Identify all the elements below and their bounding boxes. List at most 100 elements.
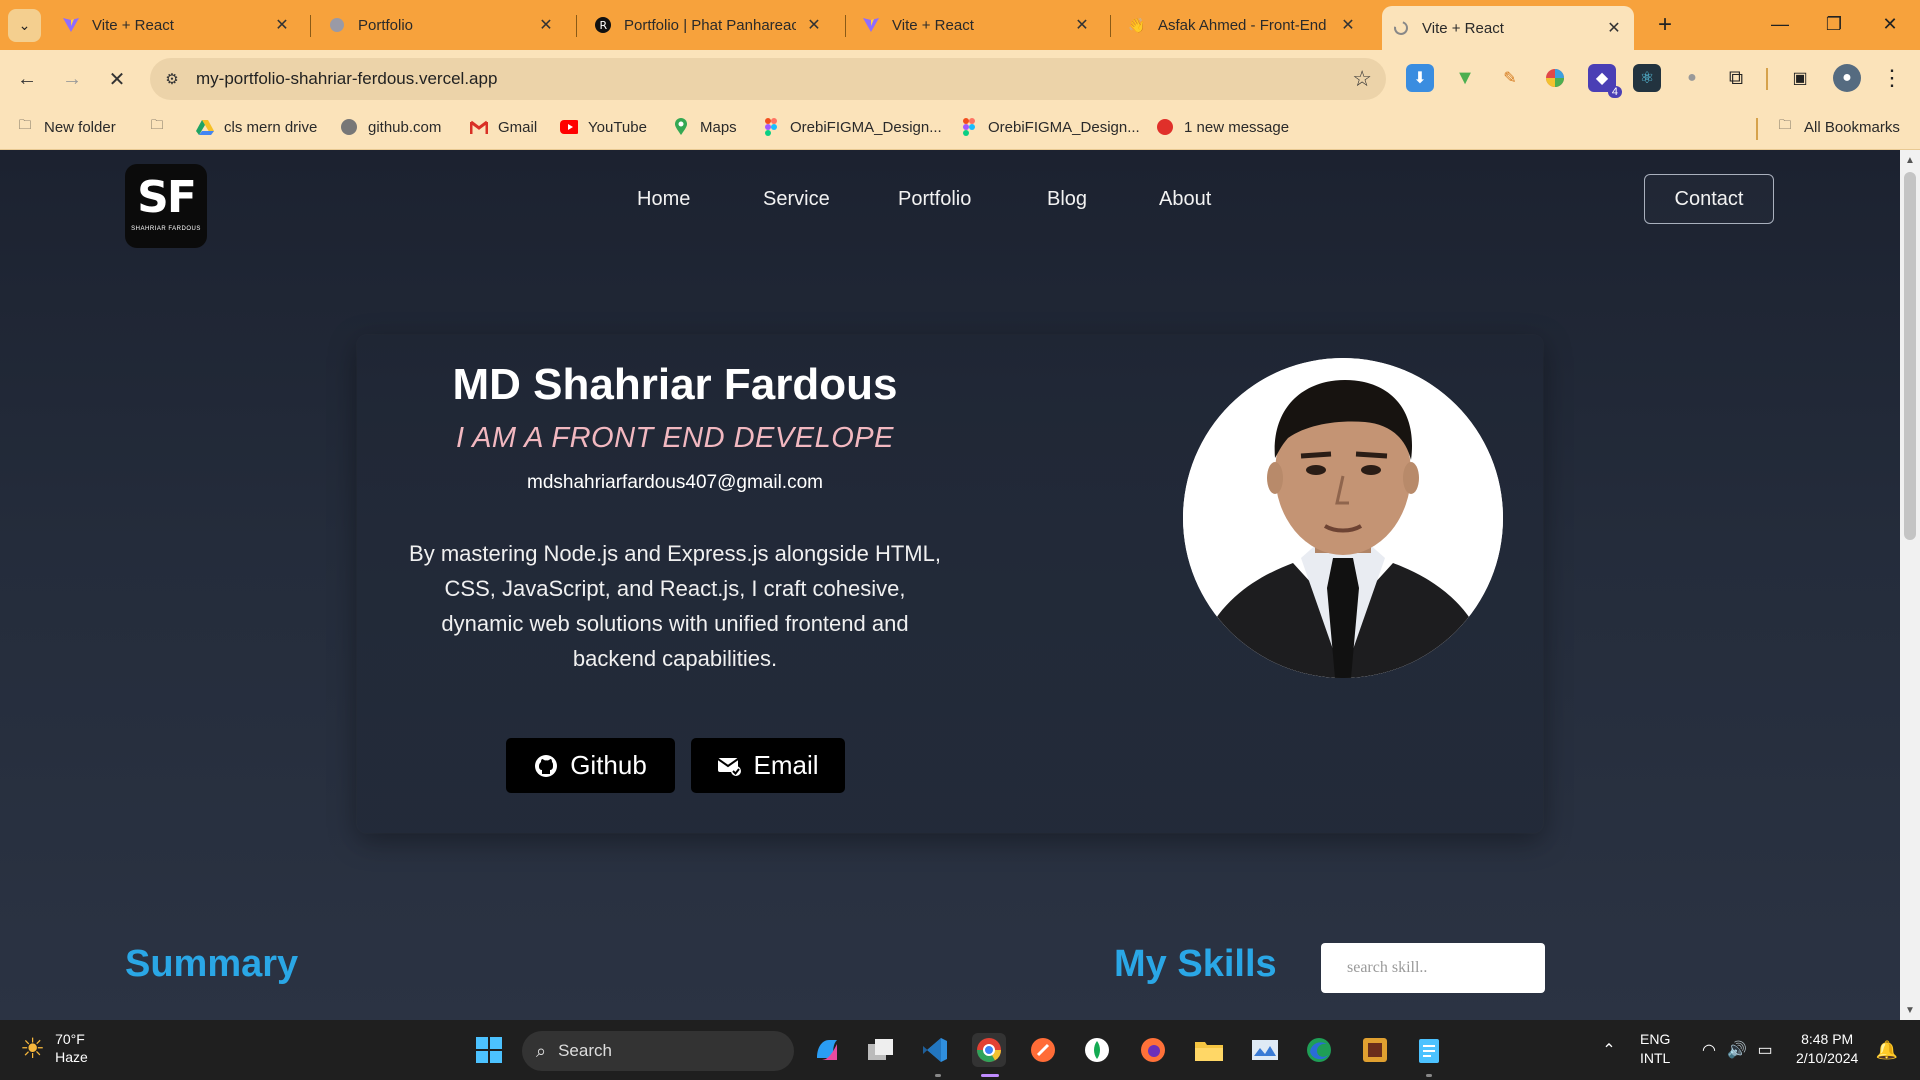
chrome-active-indicator (981, 1074, 999, 1077)
close-icon[interactable]: ✕ (272, 15, 292, 35)
loading-icon (1392, 19, 1410, 37)
skills-title: My Skills (1114, 943, 1277, 985)
scroll-up-arrow-icon[interactable]: ▲ (1900, 152, 1920, 168)
github-button[interactable]: Github (506, 738, 675, 793)
notification-bell-icon[interactable]: 🔔 (1870, 1033, 1904, 1067)
kebab-menu-icon[interactable]: ⋮ (1878, 64, 1906, 92)
forward-button[interactable]: → (55, 62, 89, 96)
bookmark-new-message[interactable]: 1 new message (1156, 118, 1289, 136)
tab-asfak-ahmed[interactable]: 👋 Asfak Ahmed - Front-End \ ✕ (1118, 8, 1368, 42)
tab-title: Vite + React (1422, 19, 1504, 37)
stop-loading-button[interactable]: ✕ (100, 62, 134, 96)
back-button[interactable]: ← (10, 62, 44, 96)
download-extension-icon[interactable]: ⬇ (1406, 64, 1434, 92)
chrome-icon[interactable] (972, 1033, 1006, 1067)
windows-start-icon[interactable] (472, 1033, 506, 1067)
close-icon[interactable]: ✕ (536, 15, 556, 35)
bookmark-new-folder[interactable]: 🗀 New folder (16, 117, 116, 136)
bookmark-maps[interactable]: Maps (672, 118, 737, 136)
postman-icon[interactable] (1026, 1033, 1060, 1067)
ghost-extension-icon[interactable]: ● (1678, 64, 1706, 92)
close-window-button[interactable]: ✕ (1862, 0, 1918, 48)
maps-icon (672, 118, 690, 136)
side-panel-icon[interactable]: ▣ (1786, 64, 1814, 92)
address-bar[interactable]: ⚙ my-portfolio-shahriar-ferdous.vercel.a… (150, 58, 1386, 100)
restore-button[interactable]: ❐ (1806, 0, 1862, 48)
bookmark-orebi-figma-2[interactable]: OrebiFIGMA_Design... (960, 118, 1140, 136)
bookmark-gmail[interactable]: Gmail (470, 118, 537, 136)
site-logo[interactable]: SF SHAHRIAR FARDOUS (125, 164, 207, 248)
green-arrow-extension-icon[interactable]: ▼ (1451, 64, 1479, 92)
search-icon: ⌕ (536, 1040, 547, 1061)
show-hidden-icons-chevron-up-icon[interactable]: ⌃ (1592, 1033, 1626, 1067)
taskbar-search[interactable]: ⌕ Search (522, 1031, 794, 1071)
nav-blog[interactable]: Blog (1047, 188, 1087, 211)
tab-search-button[interactable]: ⌄ (8, 9, 41, 42)
tab-vite-react-active[interactable]: Vite + React ✕ (1382, 6, 1634, 50)
google-drive-icon (196, 118, 214, 136)
color-wheel-extension-icon[interactable] (1541, 64, 1569, 92)
battery-icon[interactable]: ▭ (1748, 1033, 1782, 1067)
shapes-extension-icon[interactable]: ◆ 4 (1588, 64, 1622, 98)
minimize-button[interactable]: — (1752, 0, 1808, 48)
tab-phat-panhareach[interactable]: R Portfolio | Phat Panhareach ✕ (584, 8, 834, 42)
summary-title: Summary (125, 943, 299, 985)
color-picker-extension-icon[interactable]: ✎ (1496, 64, 1524, 92)
vscode-running-indicator (935, 1074, 941, 1077)
tab-portfolio[interactable]: Portfolio ✕ (318, 8, 566, 42)
gmail-icon (470, 118, 488, 136)
nav-portfolio[interactable]: Portfolio (898, 188, 971, 211)
bookmark-youtube[interactable]: YouTube (560, 118, 647, 136)
keyboard-layout: INTL (1640, 1050, 1671, 1066)
bookmark-github[interactable]: github.com (340, 118, 441, 136)
profile-avatar[interactable]: ● (1833, 64, 1861, 92)
bookmark-label: YouTube (588, 118, 647, 136)
close-icon[interactable]: ✕ (1072, 15, 1092, 35)
all-bookmarks[interactable]: 🗀 All Bookmarks (1776, 117, 1899, 136)
vite-icon (862, 16, 880, 34)
portfolio-page: SF SHAHRIAR FARDOUS Home Service Portfol… (0, 150, 1900, 1020)
photo-app-icon[interactable] (1358, 1033, 1392, 1067)
bookmark-orebi-figma-1[interactable]: OrebiFIGMA_Design... (762, 118, 942, 136)
new-tab-button[interactable]: + (1650, 10, 1680, 40)
react-devtools-icon[interactable]: ⚛ (1633, 64, 1661, 92)
weather-widget[interactable]: ☀ 70°F Haze (20, 1030, 88, 1066)
scroll-thumb[interactable] (1904, 172, 1916, 540)
page-scrollbar[interactable]: ▲ ▼ (1900, 150, 1920, 1020)
edge-dev-icon[interactable] (1302, 1033, 1336, 1067)
close-icon[interactable]: ✕ (1338, 15, 1358, 35)
bookmark-folder[interactable]: 🗀 (148, 117, 176, 136)
weather-condition: Haze (55, 1049, 88, 1065)
email-button[interactable]: Email (691, 738, 845, 793)
close-icon[interactable]: ✕ (1604, 18, 1624, 38)
site-settings-icon[interactable]: ⚙ (162, 69, 182, 89)
nav-home[interactable]: Home (637, 188, 690, 211)
tab-divider (1110, 15, 1111, 37)
task-view-icon[interactable] (864, 1033, 898, 1067)
url-text[interactable]: my-portfolio-shahriar-ferdous.vercel.app (196, 69, 497, 89)
skill-search-input[interactable] (1321, 943, 1545, 993)
firefox-icon[interactable] (1136, 1033, 1170, 1067)
copilot-icon[interactable] (810, 1033, 844, 1067)
mongodb-compass-icon[interactable] (1080, 1033, 1114, 1067)
close-icon[interactable]: ✕ (804, 15, 824, 35)
email-button-label: Email (753, 750, 819, 780)
scroll-down-arrow-icon[interactable]: ▼ (1900, 1002, 1920, 1018)
profile-photo (1183, 358, 1503, 678)
hand-icon: 👋 (1128, 16, 1146, 33)
image-viewer-icon[interactable] (1248, 1033, 1282, 1067)
bookmark-star-icon[interactable]: ☆ (1352, 66, 1372, 92)
puzzle-extensions-icon[interactable]: ⧉ (1722, 64, 1750, 92)
contact-button[interactable]: Contact (1644, 174, 1774, 224)
language-indicator[interactable]: ENG INTL (1640, 1030, 1670, 1068)
bookmark-label: New folder (44, 118, 116, 136)
bookmark-cls-mern-drive[interactable]: cls mern drive (196, 118, 317, 136)
tab-vite-react-1[interactable]: Vite + React ✕ (52, 8, 302, 42)
vscode-icon[interactable] (918, 1033, 952, 1067)
notepad-icon[interactable] (1412, 1033, 1446, 1067)
tab-vite-react-2[interactable]: Vite + React ✕ (852, 8, 1102, 42)
nav-about[interactable]: About (1159, 188, 1211, 211)
file-explorer-icon[interactable] (1192, 1033, 1226, 1067)
nav-service[interactable]: Service (763, 188, 830, 211)
clock[interactable]: 8:48 PM 2/10/2024 (1796, 1030, 1858, 1068)
